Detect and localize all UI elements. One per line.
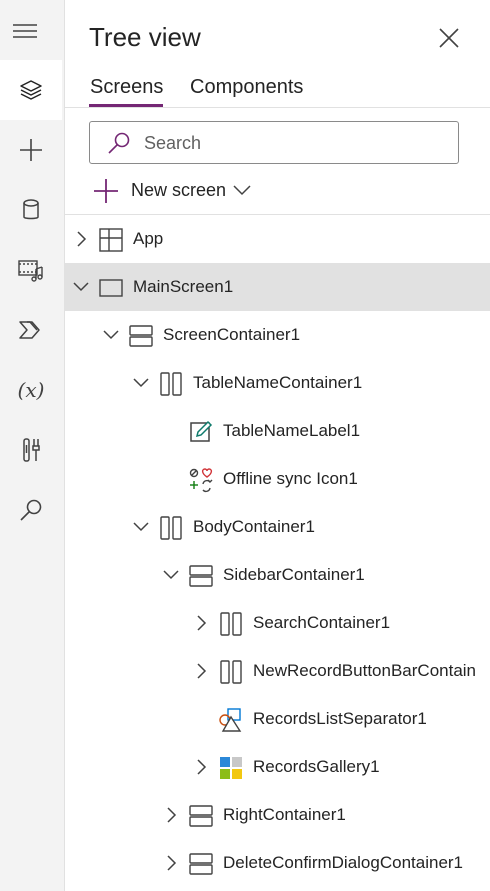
chevron-down-icon[interactable]	[233, 184, 251, 196]
gallery-icon	[218, 755, 244, 781]
chevron-right-icon[interactable]	[163, 855, 179, 871]
plus-icon	[93, 178, 119, 204]
vertical-container-icon	[188, 803, 214, 829]
variables-icon: (𝑥)	[17, 378, 45, 402]
chevron-down-icon[interactable]	[73, 279, 89, 295]
tree-row-label: Offline sync Icon1	[223, 469, 358, 488]
tree-row-label: MainScreen1	[133, 277, 234, 296]
horizontal-container-icon	[218, 611, 244, 637]
vertical-container-icon	[188, 851, 214, 877]
panel-title: Tree view	[89, 22, 201, 52]
plus-icon	[18, 137, 44, 163]
tree-row-label: RecordsGallery1	[253, 757, 380, 776]
tree-row-label: DeleteConfirmDialogContainer1	[223, 853, 464, 872]
close-icon[interactable]	[435, 24, 463, 52]
chevron-down-icon[interactable]	[163, 567, 179, 583]
horizontal-container-icon	[158, 371, 184, 397]
hamburger-menu-icon[interactable]	[11, 22, 39, 40]
app-icon	[98, 227, 124, 253]
media-icon	[17, 257, 45, 283]
shape-icon	[218, 707, 244, 733]
tree-row-label: RightContainer1	[223, 805, 346, 824]
tree-row-label: App	[133, 229, 164, 248]
chevron-right-icon[interactable]	[193, 663, 209, 679]
tree-row[interactable]: RecordsGallery1	[65, 743, 490, 791]
tree-row[interactable]: Offline sync Icon1	[65, 455, 490, 503]
chevron-down-icon[interactable]	[103, 327, 119, 343]
vertical-container-icon	[188, 563, 214, 589]
new-screen-label: New screen	[131, 180, 227, 200]
tree-view-panel: Tree view Screens Components Search New …	[65, 0, 490, 891]
icon-control-icon	[188, 467, 214, 493]
tree-row[interactable]: TableNameContainer1	[65, 359, 490, 407]
tree-row-label: SearchContainer1	[253, 613, 391, 632]
tree-row[interactable]: RecordsListSeparator1	[65, 695, 490, 743]
search-box[interactable]: Search	[89, 121, 459, 164]
tab-screens[interactable]: Screens	[90, 76, 163, 99]
tree-row[interactable]: SearchContainer1	[65, 599, 490, 647]
chevron-right-icon[interactable]	[163, 807, 179, 823]
variables-button[interactable]: (𝑥)	[0, 360, 62, 420]
tabs-divider	[65, 107, 490, 108]
power-automate-icon	[17, 317, 45, 343]
screen-icon	[98, 275, 124, 301]
tree-row-label: NewRecordButtonBarContain	[253, 661, 477, 680]
chevron-right-icon[interactable]	[73, 231, 89, 247]
search-rail-button[interactable]	[0, 480, 62, 540]
label-icon	[188, 419, 214, 445]
data-button[interactable]	[0, 180, 62, 240]
left-rail: (𝑥)	[0, 0, 65, 891]
tree-row-label: TableNameContainer1	[193, 373, 363, 392]
advanced-tools-button[interactable]	[0, 420, 62, 480]
chevron-down-icon[interactable]	[133, 519, 149, 535]
chevron-right-icon[interactable]	[193, 615, 209, 631]
tree-row-label: ScreenContainer1	[163, 325, 301, 344]
tree-row[interactable]: DeleteConfirmDialogContainer1	[65, 839, 490, 887]
tree-row[interactable]: RightContainer1	[65, 791, 490, 839]
vertical-container-icon	[128, 323, 154, 349]
search-icon	[18, 497, 44, 523]
horizontal-container-icon	[158, 515, 184, 541]
tree-row-label: SidebarContainer1	[223, 565, 365, 584]
tools-icon	[18, 437, 44, 463]
search-icon	[106, 131, 132, 155]
database-icon	[18, 197, 44, 223]
tree-row[interactable]: ScreenContainer1	[65, 311, 490, 359]
chevron-right-icon[interactable]	[193, 759, 209, 775]
tree-row-label: BodyContainer1	[193, 517, 315, 536]
tree-row[interactable]: SidebarContainer1	[65, 551, 490, 599]
tree-row-label: RecordsListSeparator1	[253, 709, 427, 728]
tab-components[interactable]: Components	[190, 76, 303, 99]
tree-view-button[interactable]	[0, 60, 62, 120]
search-placeholder[interactable]: Search	[144, 133, 201, 154]
insert-button[interactable]	[0, 120, 62, 180]
horizontal-container-icon	[218, 659, 244, 685]
tree-row-label: TableNameLabel1	[223, 421, 361, 440]
media-button[interactable]	[0, 240, 62, 300]
chevron-down-icon[interactable]	[133, 375, 149, 391]
tree-row[interactable]: App	[65, 215, 490, 263]
tree-row[interactable]: MainScreen1	[65, 263, 490, 311]
tree-row[interactable]: NewRecordButtonBarContain	[65, 647, 490, 695]
layers-icon	[18, 77, 44, 103]
tree-row[interactable]: TableNameLabel1	[65, 407, 490, 455]
tree-row[interactable]: BodyContainer1	[65, 503, 490, 551]
power-automate-button[interactable]	[0, 300, 62, 360]
